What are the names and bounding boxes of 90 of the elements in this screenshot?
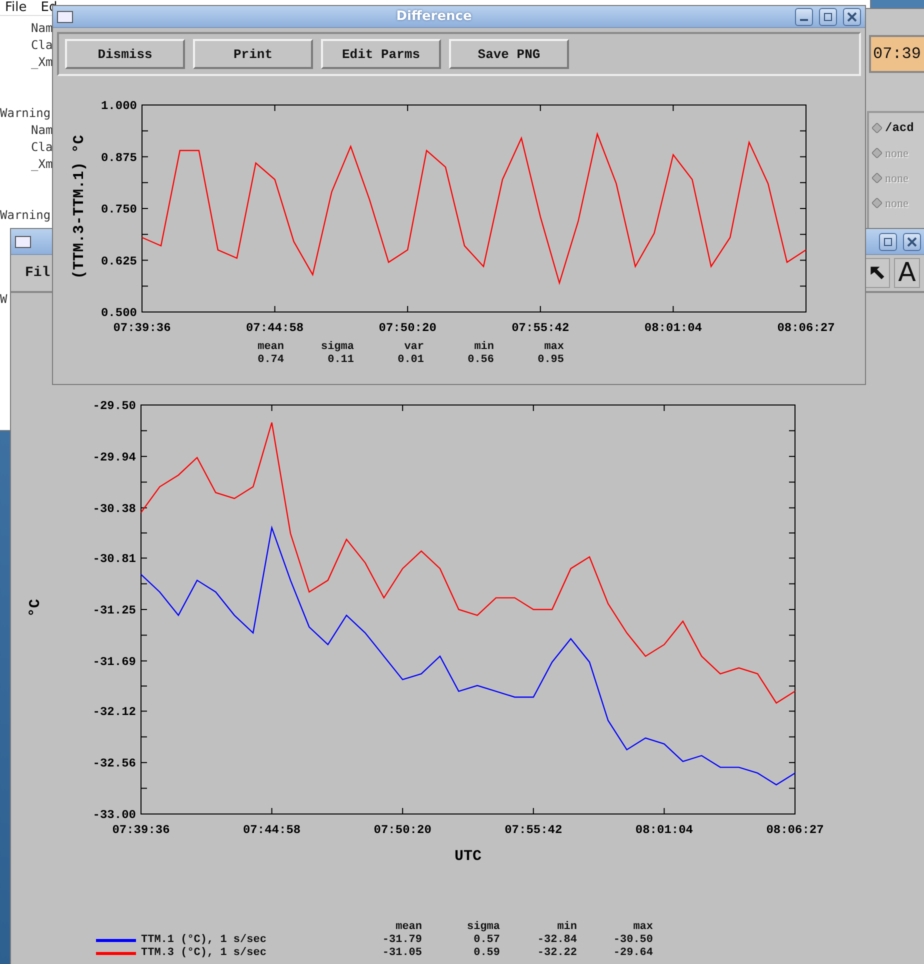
- tick-label: 0.500: [100, 306, 137, 320]
- maximize-button[interactable]: [819, 8, 837, 26]
- stat-value: 0.57: [472, 934, 500, 947]
- stat-value: 0.11: [326, 354, 354, 367]
- stat-value: -31.05: [381, 947, 422, 960]
- tick-label: 0.750: [100, 202, 137, 216]
- stat-value: 0.59: [472, 947, 500, 960]
- tick-label: 1.000: [100, 99, 137, 113]
- tick-label: 08:06:27: [777, 321, 835, 335]
- legend-label: TTM.1 (°C), 1 s/sec: [140, 934, 268, 947]
- tick-label: -31.25: [92, 604, 136, 618]
- action-button[interactable]: Save PNG: [449, 39, 569, 69]
- radio-option[interactable]: /acd: [872, 119, 924, 137]
- maximize-icon: [883, 236, 893, 246]
- tick-label: 07:50:20: [378, 321, 436, 335]
- stat-label: mean: [256, 341, 284, 354]
- tick-label: -30.38: [92, 502, 136, 516]
- stat-value: -32.22: [536, 947, 577, 960]
- tick-label: 0.625: [100, 254, 137, 268]
- maximize-button[interactable]: [879, 232, 897, 250]
- tick-label: -30.81: [92, 552, 136, 566]
- axis-title: (TTM.3-TTM.1) °C: [71, 134, 88, 280]
- terminal-line: Warning: [0, 207, 51, 224]
- tick-label: 07:50:20: [374, 823, 432, 837]
- minimize-button[interactable]: [795, 8, 813, 26]
- time-field[interactable]: 07:39: [869, 35, 924, 73]
- window-title: Difference: [395, 9, 473, 24]
- tick-label: 07:39:36: [113, 321, 171, 335]
- close-icon: [847, 12, 857, 22]
- tick-label: -29.50: [92, 399, 136, 413]
- legend-header: min: [556, 921, 577, 934]
- tick-label: 08:01:04: [635, 823, 693, 837]
- terminal-line: _Xm: [30, 156, 53, 173]
- window-icon: [15, 236, 31, 248]
- axis-title: UTC: [454, 848, 482, 865]
- tick-label: -33.00: [92, 808, 136, 822]
- tick-label: 08:01:04: [644, 321, 702, 335]
- terminal-line: _Xm: [30, 54, 53, 71]
- radio-diamond-icon: [872, 148, 882, 158]
- legend-header: mean: [394, 921, 422, 934]
- close-button[interactable]: [903, 232, 921, 250]
- window-icon: [57, 10, 73, 22]
- action-button[interactable]: Edit Parms: [321, 39, 441, 69]
- stat-value: -30.50: [612, 934, 653, 947]
- stat-value: -32.84: [536, 934, 577, 947]
- terminal-line: W: [0, 291, 8, 308]
- tick-label: 07:44:58: [246, 321, 304, 335]
- close-button[interactable]: [843, 8, 861, 26]
- tick-label: -31.69: [92, 654, 136, 669]
- stat-label: min: [473, 341, 494, 354]
- terminal-line: Nam: [30, 122, 53, 139]
- text-tool-button[interactable]: A: [894, 258, 920, 288]
- legend-label: TTM.3 (°C), 1 s/sec: [140, 947, 268, 960]
- stat-value: -31.79: [381, 934, 422, 947]
- tick-label: 08:06:27: [766, 823, 824, 837]
- menu-item[interactable]: File: [5, 0, 27, 14]
- tick-label: 07:55:42: [504, 823, 562, 837]
- radio-diamond-icon: [872, 123, 882, 133]
- stat-value: 0.01: [396, 354, 424, 367]
- terminal-line: Nam: [30, 20, 53, 37]
- stat-label: var: [403, 341, 424, 354]
- pointer-tool-button[interactable]: [864, 258, 890, 288]
- terminal-line: Cla: [30, 37, 53, 54]
- terminal-line: Warning: [0, 105, 51, 122]
- stat-label: sigma: [320, 341, 354, 354]
- terminal-line: Cla: [30, 139, 53, 156]
- radio-diamond-icon: [872, 198, 882, 208]
- tick-label: -32.56: [92, 756, 136, 771]
- stat-label: max: [543, 341, 564, 354]
- close-icon: [907, 236, 917, 246]
- arrow-pointer-icon: [868, 264, 886, 282]
- legend-header: max: [632, 921, 653, 934]
- stat-value: 0.74: [256, 354, 284, 367]
- minimize-icon: [800, 18, 808, 20]
- tick-label: 0.875: [100, 150, 137, 165]
- action-button[interactable]: Dismiss: [65, 39, 185, 69]
- radio-diamond-icon: [872, 173, 882, 183]
- legend-header: sigma: [466, 921, 500, 934]
- stat-value: 0.56: [466, 354, 494, 367]
- tick-label: 07:55:42: [512, 321, 570, 335]
- axis-title: °C: [27, 599, 44, 617]
- action-button[interactable]: Print: [193, 39, 313, 69]
- tick-label: 07:39:36: [112, 823, 170, 837]
- tick-label: -32.12: [92, 705, 136, 720]
- tick-label: -29.94: [92, 450, 136, 464]
- tick-label: 07:44:58: [243, 823, 301, 837]
- stat-value: -29.64: [612, 947, 653, 960]
- stat-value: 0.95: [536, 354, 564, 367]
- maximize-icon: [823, 12, 833, 22]
- menu-item[interactable]: Fil: [25, 265, 50, 281]
